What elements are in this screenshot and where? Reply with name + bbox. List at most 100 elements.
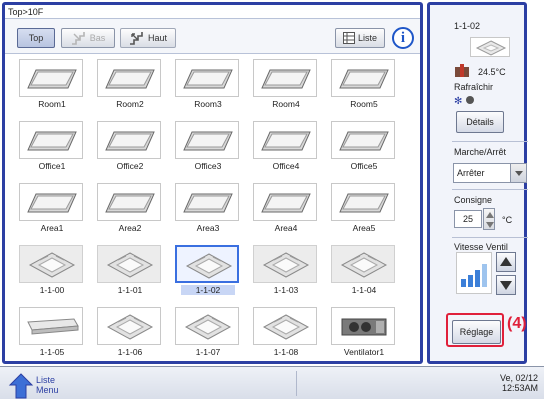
unit-tile[interactable]: Office4 (251, 121, 321, 177)
cool-mode-icon: ✻ (454, 96, 474, 106)
unit-tile[interactable]: Office3 (173, 121, 243, 177)
unit-tile-label: Office5 (350, 161, 378, 171)
divider (452, 141, 528, 142)
bas-button[interactable]: Bas (61, 28, 115, 48)
setpoint-value[interactable]: 25 (454, 210, 482, 228)
cassette-unit-icon (175, 307, 239, 345)
setpoint-unit: °C (502, 215, 513, 225)
fan-speed-label: Vitesse Ventil (454, 242, 508, 252)
chevron-down-icon (510, 164, 526, 182)
ceiling-unit-icon (19, 121, 83, 159)
haut-button-label: Haut (147, 33, 167, 43)
unit-tile-label: Room4 (272, 99, 300, 109)
menu-label-line1: Liste (36, 375, 56, 385)
ceiling-unit-icon (253, 121, 317, 159)
ceiling-unit-icon (331, 59, 395, 97)
power-select[interactable]: Arrêter (453, 163, 527, 183)
unit-tile[interactable]: 1-1-00 (17, 245, 87, 301)
cassette-unit-icon (97, 245, 161, 283)
divider (452, 189, 528, 190)
unit-tile[interactable]: 1-1-07 (173, 307, 243, 363)
details-button[interactable]: Détails (456, 111, 504, 133)
toolbar: Top Bas Haut Liste i (5, 18, 420, 54)
reglage-highlight (446, 313, 504, 347)
ceiling-unit-icon (175, 121, 239, 159)
unit-tile[interactable]: Room1 (17, 59, 87, 115)
unit-tile[interactable]: Office5 (329, 121, 399, 177)
unit-tile[interactable]: Area5 (329, 183, 399, 239)
unit-tile-label: Office2 (116, 161, 144, 171)
unit-tile-label: Area3 (196, 223, 220, 233)
haut-button[interactable]: Haut (120, 28, 176, 48)
bottom-bar: Liste Menu Ve, 02/12 12:53AM (0, 366, 544, 399)
unit-tile[interactable]: Office1 (17, 121, 87, 177)
liste-button-label: Liste (357, 33, 377, 43)
ceiling-unit-icon (331, 183, 395, 221)
screen: Top>10F Top Bas Haut Liste i Room1 Room2… (0, 0, 544, 399)
unit-tile[interactable]: Room4 (251, 59, 321, 115)
mode-label: Rafraîchir (454, 82, 494, 92)
cassette-unit-icon (97, 307, 161, 345)
unit-tile-label: Room5 (350, 99, 378, 109)
unit-tile[interactable]: 1-1-01 (95, 245, 165, 301)
ceiling-unit-icon (175, 183, 239, 221)
unit-tile-label: 1-1-06 (117, 347, 143, 357)
unit-tile[interactable]: 1-1-03 (251, 245, 321, 301)
unit-tile[interactable]: Area3 (173, 183, 243, 239)
unit-tile[interactable]: 1-1-04 (329, 245, 399, 301)
menu-label-line2: Menu (36, 385, 59, 395)
ceiling-unit-icon (331, 121, 395, 159)
unit-tile-label: 1-1-03 (273, 285, 299, 295)
unit-tile[interactable]: Area1 (17, 183, 87, 239)
unit-tile[interactable]: 1-1-02 (173, 245, 243, 301)
fan-down-button[interactable] (496, 275, 516, 295)
menu-label: Liste Menu (36, 375, 59, 395)
unit-tile-label: Area1 (40, 223, 64, 233)
unit-tile[interactable]: 1-1-05 (17, 307, 87, 363)
info-icon[interactable]: i (392, 27, 414, 49)
unit-tile[interactable]: Ventilator1 (329, 307, 399, 363)
side-panel: 1-1-02 24.5°C Rafraîchir ✻ Détails March… (427, 2, 528, 364)
unit-tile[interactable]: 1-1-08 (251, 307, 321, 363)
unit-tile-label: Office3 (194, 161, 222, 171)
unit-tile[interactable]: Office2 (95, 121, 165, 177)
setpoint-spinner[interactable] (483, 208, 495, 230)
unit-tile[interactable]: Area4 (251, 183, 321, 239)
unit-tile-label: 1-1-00 (39, 285, 65, 295)
unit-tile-label: 1-1-02 (181, 285, 235, 295)
menu-button[interactable]: Liste Menu (0, 369, 70, 399)
top-button[interactable]: Top (17, 28, 55, 48)
power-label: Marche/Arrêt (454, 147, 507, 157)
liste-button[interactable]: Liste (335, 28, 385, 48)
details-button-label: Détails (466, 117, 494, 127)
unit-tile-label: 1-1-04 (351, 285, 377, 295)
arrow-down-icon (500, 281, 512, 290)
unit-tile-label: 1-1-08 (273, 347, 299, 357)
unit-tile-label: Office1 (38, 161, 66, 171)
fan-up-button[interactable] (496, 252, 516, 272)
date: Ve, 02/12 (499, 373, 538, 383)
cassette-unit-icon (253, 245, 317, 283)
ceiling-unit-icon (19, 183, 83, 221)
unit-tile-label: Room3 (194, 99, 222, 109)
unit-tile[interactable]: Area2 (95, 183, 165, 239)
cassette-unit-icon (331, 245, 395, 283)
ceiling-unit-icon (253, 183, 317, 221)
top-button-label: Top (28, 33, 44, 43)
unit-tile[interactable]: Room5 (329, 59, 399, 115)
unit-tile-label: Area5 (352, 223, 376, 233)
unit-tile-label: Area2 (118, 223, 142, 233)
unit-tile[interactable]: Room3 (173, 59, 243, 115)
ventilator-icon (331, 307, 395, 345)
room-temperature-icon (455, 64, 469, 77)
unit-grid: Room1 Room2 Room3 Room4 Room5 Office1 Office2 O… (7, 57, 422, 361)
unit-tile-label: Ventilator1 (343, 347, 385, 357)
selected-unit-name: 1-1-02 (454, 21, 481, 31)
setpoint-label: Consigne (454, 195, 493, 205)
ceiling-unit-icon (19, 59, 83, 97)
room-temperature: 24.5°C (478, 67, 506, 77)
divider (296, 371, 297, 396)
date-time: Ve, 02/12 12:53AM (500, 373, 538, 393)
unit-tile[interactable]: Room2 (95, 59, 165, 115)
unit-tile[interactable]: 1-1-06 (95, 307, 165, 363)
